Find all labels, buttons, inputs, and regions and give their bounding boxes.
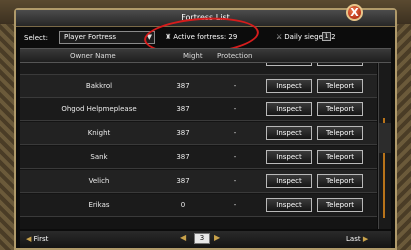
owner-name: Erikas [88, 201, 110, 209]
first-page-button[interactable]: ◀ First [26, 235, 48, 243]
might-value: 387 [176, 177, 190, 185]
fortress-list-window: Fortress List Select: Player Fortress ▼ … [14, 8, 397, 250]
teleport-button[interactable]: Teleport [317, 102, 363, 116]
teleport-button[interactable]: Teleport [317, 174, 363, 188]
game-background-left [0, 24, 14, 250]
table-row [20, 63, 377, 75]
inspect-button[interactable]: Inspect [266, 126, 312, 140]
protection-value: - [233, 177, 237, 185]
inspect-button[interactable]: Inspect [266, 150, 312, 164]
scroll-thumb[interactable] [379, 123, 391, 153]
last-page-button[interactable]: Last ▶ [346, 235, 368, 243]
toolbar: Select: Player Fortress ▼ ♜ Active fortre… [20, 14, 391, 58]
arrow-left-icon: ◀ [26, 235, 32, 243]
inspect-button[interactable]: Inspect [266, 102, 312, 116]
table-row: Knight 387 - Inspect Teleport [20, 122, 377, 145]
table-row: Velich 387 - Inspect Teleport [20, 170, 377, 193]
arrow-right-icon: ▶ [362, 235, 369, 243]
select-value: Player Fortress [64, 33, 117, 41]
protection-value: - [233, 82, 237, 90]
list-scrollbar[interactable] [378, 63, 391, 229]
protection-value: - [233, 129, 237, 137]
might-value: 0 [180, 201, 186, 209]
fortress-type-select[interactable]: Player Fortress ▼ [59, 31, 155, 44]
protection-value: - [233, 201, 237, 209]
might-header: Might [183, 52, 203, 60]
owner-name: Ohgod Helpmeplease [61, 105, 137, 113]
first-label: First [33, 235, 49, 243]
active-fortress-label: Active fortress: 29 [173, 33, 238, 41]
protection-value: - [233, 105, 237, 113]
owner-name: Bakkrol [85, 82, 113, 90]
might-value: 387 [176, 82, 190, 90]
next-page-icon[interactable]: ▶ [214, 233, 220, 242]
teleport-button[interactable]: Teleport [317, 79, 363, 93]
inspect-button[interactable]: Inspect [266, 174, 312, 188]
select-label: Select: [24, 34, 48, 42]
close-icon[interactable]: X [346, 4, 363, 21]
table-row: Bakkrol 387 - Inspect Teleport [20, 75, 377, 98]
sword-icon: ⚔ [276, 33, 283, 41]
page-number-input[interactable]: 3 [194, 233, 210, 244]
table-header: Owner Name Might Protection [20, 48, 391, 63]
active-fortress-count: ♜ Active fortress: 29 [165, 33, 237, 41]
owner-name: Knight [87, 129, 111, 137]
inspect-button[interactable] [266, 63, 312, 66]
teleport-button[interactable]: Teleport [317, 126, 363, 140]
pagination-bar: ◀ First ◀ 3 ▶ Last ▶ [20, 231, 391, 248]
table-row: Sank 387 - Inspect Teleport [20, 146, 377, 169]
inspect-button[interactable]: Inspect [266, 79, 312, 93]
fortress-list[interactable]: Bakkrol 387 - Inspect Teleport Ohgod Hel… [20, 63, 377, 229]
owner-name-header: Owner Name [70, 52, 116, 60]
owner-name: Velich [88, 177, 110, 185]
protection-value: - [233, 153, 237, 161]
last-label: Last [346, 235, 361, 243]
owner-name: Sank [90, 153, 108, 161]
fortress-icon: ♜ [165, 33, 172, 41]
might-value: 387 [176, 129, 190, 137]
teleport-button[interactable]: Teleport [317, 198, 363, 212]
game-background-right [397, 24, 411, 250]
table-row: Erikas 0 - Inspect Teleport [20, 194, 377, 217]
table-row: Ohgod Helpmeplease 387 - Inspect Telepor… [20, 98, 377, 121]
prev-page-icon[interactable]: ◀ [180, 233, 186, 242]
inspect-button[interactable]: Inspect [266, 198, 312, 212]
daily-sieges-info-button[interactable]: 1 [322, 32, 331, 41]
teleport-button[interactable] [317, 63, 363, 66]
protection-header: Protection [217, 52, 253, 60]
might-value: 387 [176, 105, 190, 113]
teleport-button[interactable]: Teleport [317, 150, 363, 164]
might-value: 387 [176, 153, 190, 161]
